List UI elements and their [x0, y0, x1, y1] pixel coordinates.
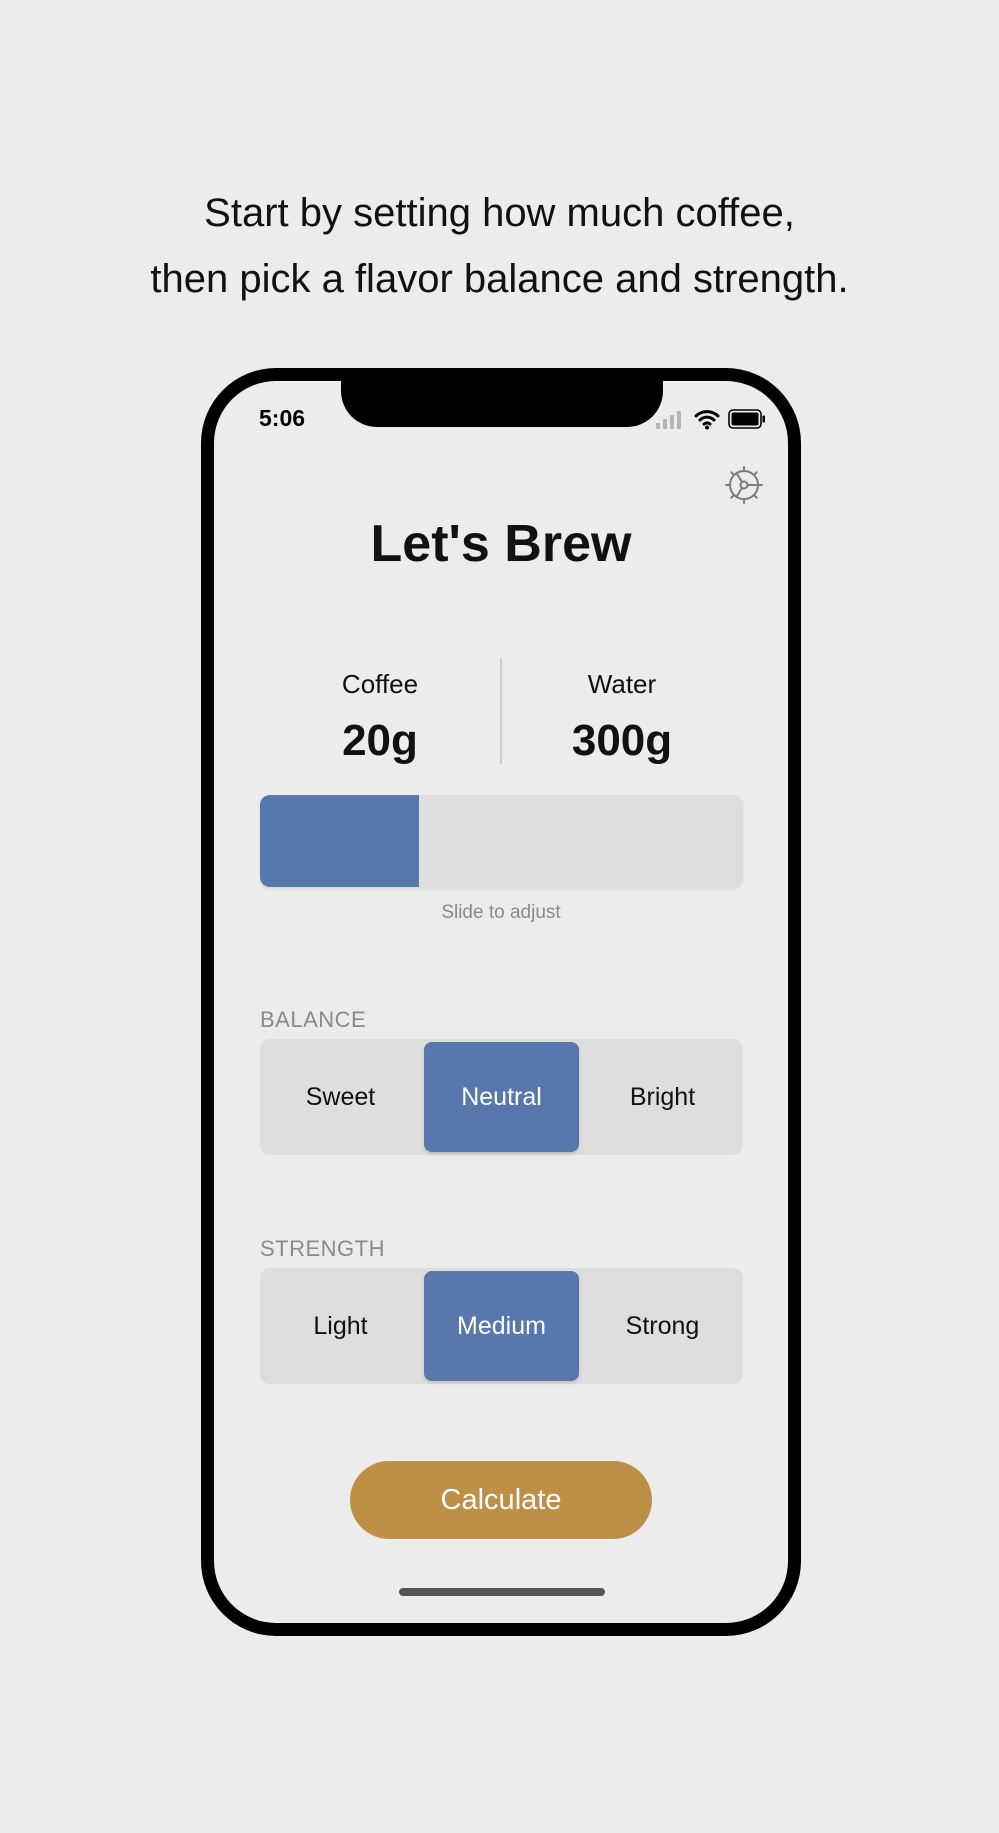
page-title: Let's Brew	[370, 515, 632, 573]
strength-label: STRENGTH	[260, 1236, 385, 1261]
balance-option-bright[interactable]: Bright	[585, 1042, 740, 1152]
wifi-icon	[694, 410, 720, 430]
slider-fill	[260, 795, 420, 887]
status-icons	[654, 407, 766, 431]
signal-icon	[656, 411, 681, 429]
caption-line-2: then pick a flavor balance and strength.	[150, 257, 849, 301]
balance-label: BALANCE	[260, 1007, 367, 1032]
balance-segmented-control: Sweet Neutral Bright	[260, 1039, 743, 1155]
gear-icon[interactable]	[724, 465, 764, 505]
balance-option-sweet[interactable]: Sweet	[263, 1042, 418, 1152]
phone-frame: 5:06 Let's Brew Coffee 20g Water 300g Sl…	[201, 368, 801, 1636]
coffee-amount-slider[interactable]	[260, 795, 743, 887]
strength-option-light[interactable]: Light	[263, 1271, 418, 1381]
caption-line-1: Start by setting how much coffee,	[204, 191, 795, 235]
slider-hint: Slide to adjust	[441, 902, 561, 923]
strength-segmented-control: Light Medium Strong	[260, 1268, 743, 1384]
notch	[341, 381, 663, 427]
strength-option-strong[interactable]: Strong	[585, 1271, 740, 1381]
calculate-button[interactable]: Calculate	[350, 1461, 652, 1539]
home-indicator	[399, 1588, 605, 1596]
coffee-label: Coffee	[341, 669, 419, 699]
status-time: 5:06	[259, 405, 306, 431]
water-value: 300g	[571, 716, 673, 765]
battery-icon	[728, 409, 765, 429]
balance-option-neutral[interactable]: Neutral	[424, 1042, 579, 1152]
strength-option-medium[interactable]: Medium	[424, 1271, 579, 1381]
coffee-value: 20g	[342, 716, 418, 765]
app-screen: 5:06 Let's Brew Coffee 20g Water 300g Sl…	[214, 381, 788, 1623]
water-label: Water	[587, 669, 657, 699]
water-amount: Water 300g	[522, 671, 722, 763]
amount-divider	[500, 658, 502, 764]
coffee-amount: Coffee 20g	[280, 671, 480, 763]
